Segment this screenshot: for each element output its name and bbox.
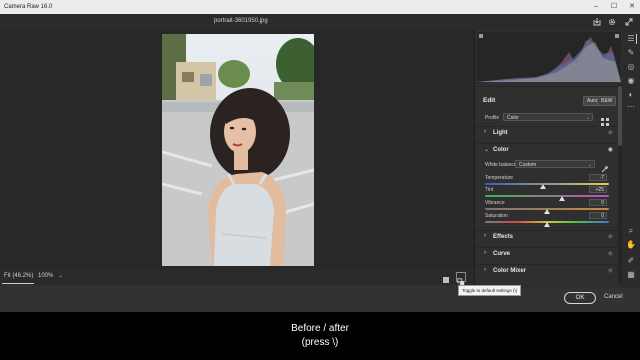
chevron-down-icon: ⌄ [484, 147, 490, 153]
white-balance-label: White balance [485, 162, 517, 168]
chevron-right-icon: › [484, 129, 486, 135]
save-icon[interactable] [592, 17, 602, 27]
histogram [477, 32, 621, 82]
presets-icon[interactable]: ◐ [626, 90, 636, 100]
window-title: Camera Raw 16.0 [4, 4, 53, 10]
eye-icon[interactable]: ◉ [608, 233, 613, 240]
saturation-value[interactable]: 0 [589, 212, 607, 219]
temperature-value[interactable]: -7 [589, 174, 607, 181]
saturation-label: Saturation [485, 213, 508, 219]
hand-icon[interactable]: ✋ [626, 240, 636, 250]
before-after-icon[interactable] [441, 272, 451, 283]
image-canvas[interactable] [0, 30, 474, 269]
minimize-button[interactable]: – [588, 0, 604, 14]
section-effects[interactable]: › Effects ◉ [475, 231, 623, 245]
canvas-bottom-bar: Fit (46.2%) 100% ⌄ [0, 269, 474, 286]
ok-button[interactable]: OK [564, 292, 596, 304]
temperature-track[interactable] [485, 183, 609, 185]
edit-heading: Edit [483, 97, 496, 104]
curve-label: Curve [493, 251, 511, 257]
zoom-dropdown[interactable]: ⌄ [58, 272, 63, 279]
chevron-right-icon: › [484, 233, 486, 239]
tint-thumb[interactable] [558, 196, 565, 201]
saturation-thumb[interactable] [544, 222, 550, 227]
chevron-right-icon: › [484, 267, 486, 273]
eye-icon[interactable]: ◉ [608, 250, 613, 257]
title-bar: Camera Raw 16.0 – ☐ ✕ [0, 0, 640, 14]
color-mixer-label: Color Mixer [493, 268, 527, 274]
section-curve[interactable]: › Curve ◉ [475, 248, 623, 262]
more-icon[interactable]: ⋯ [626, 102, 636, 112]
sampler-icon[interactable]: ✐ [626, 256, 636, 266]
edit-panel: Edit Auto B&W Profile Color ⌄ › Light ◉ … [474, 30, 623, 288]
fit-underline [2, 283, 34, 284]
profile-value: Color [507, 115, 519, 121]
zoom-icon[interactable]: ⌕ [626, 226, 636, 236]
light-label: Light [493, 130, 508, 136]
profile-browser-icon[interactable] [601, 113, 609, 126]
file-name: portrait-3601950.jpg [214, 18, 268, 24]
vibrance-value[interactable]: 0 [589, 199, 607, 206]
temperature-label: Temperature [485, 175, 514, 181]
section-color[interactable]: ⌄ Color ◉ [475, 144, 623, 158]
eye-icon[interactable]: ◉ [608, 267, 613, 274]
masking-icon[interactable]: ◎ [626, 62, 636, 72]
close-button[interactable]: ✕ [624, 0, 640, 14]
section-light[interactable]: › Light ◉ [475, 127, 623, 141]
toggle-default-icon[interactable] [456, 272, 466, 286]
tooltip: Toggle to default settings (\) [458, 285, 522, 296]
fullscreen-icon[interactable] [624, 17, 634, 27]
file-header: portrait-3601950.jpg [0, 14, 640, 30]
healing-icon[interactable]: ✎ [626, 48, 636, 58]
caption-line-2: (press \) [301, 337, 339, 348]
effects-label: Effects [493, 234, 514, 240]
chevron-down-icon: ⌄ [587, 162, 592, 168]
vibrance-thumb[interactable] [544, 209, 550, 214]
cancel-button[interactable]: Cancel [604, 294, 623, 300]
tool-strip: ☰ ✎ ◎ ◉ ◐ ⋯ ⌕ ✋ ✐ ▦ [622, 30, 640, 288]
chevron-right-icon: › [484, 250, 486, 256]
chevron-down-icon: ⌄ [585, 115, 590, 121]
tint-label: Tint [485, 187, 494, 193]
zoom-level[interactable]: 100% [38, 273, 53, 279]
tint-track[interactable] [485, 195, 609, 197]
temperature-thumb[interactable] [540, 184, 547, 189]
white-balance-select[interactable]: Custom ⌄ [515, 160, 595, 168]
profile-select[interactable]: Color ⌄ [503, 113, 593, 121]
eyedropper-icon[interactable] [601, 160, 609, 173]
bw-button[interactable]: B&W [597, 96, 617, 106]
caption-line-1: Before / after [291, 323, 349, 334]
separator [475, 86, 623, 87]
eye-icon[interactable]: ◉ [608, 146, 613, 153]
eye-icon[interactable]: ◉ [608, 129, 613, 136]
camera-raw-window: Camera Raw 16.0 – ☐ ✕ portrait-3601950.j… [0, 0, 640, 312]
section-color-mixer[interactable]: › Color Mixer ◉ [475, 265, 623, 279]
redeye-icon[interactable]: ◉ [626, 76, 636, 86]
color-label: Color [493, 147, 509, 153]
grid-icon[interactable]: ▦ [626, 270, 636, 280]
vibrance-label: Vibrance [485, 200, 505, 206]
edit-icon[interactable]: ☰ [626, 34, 637, 44]
zoom-fit-button[interactable]: Fit (46.2%) [4, 273, 33, 279]
white-balance-value: Custom [519, 162, 537, 168]
portrait-photo [162, 34, 314, 266]
profile-label: Profile [485, 115, 500, 121]
gear-icon[interactable] [607, 17, 617, 27]
tint-value[interactable]: +25 [589, 186, 607, 193]
maximize-button[interactable]: ☐ [606, 0, 622, 14]
